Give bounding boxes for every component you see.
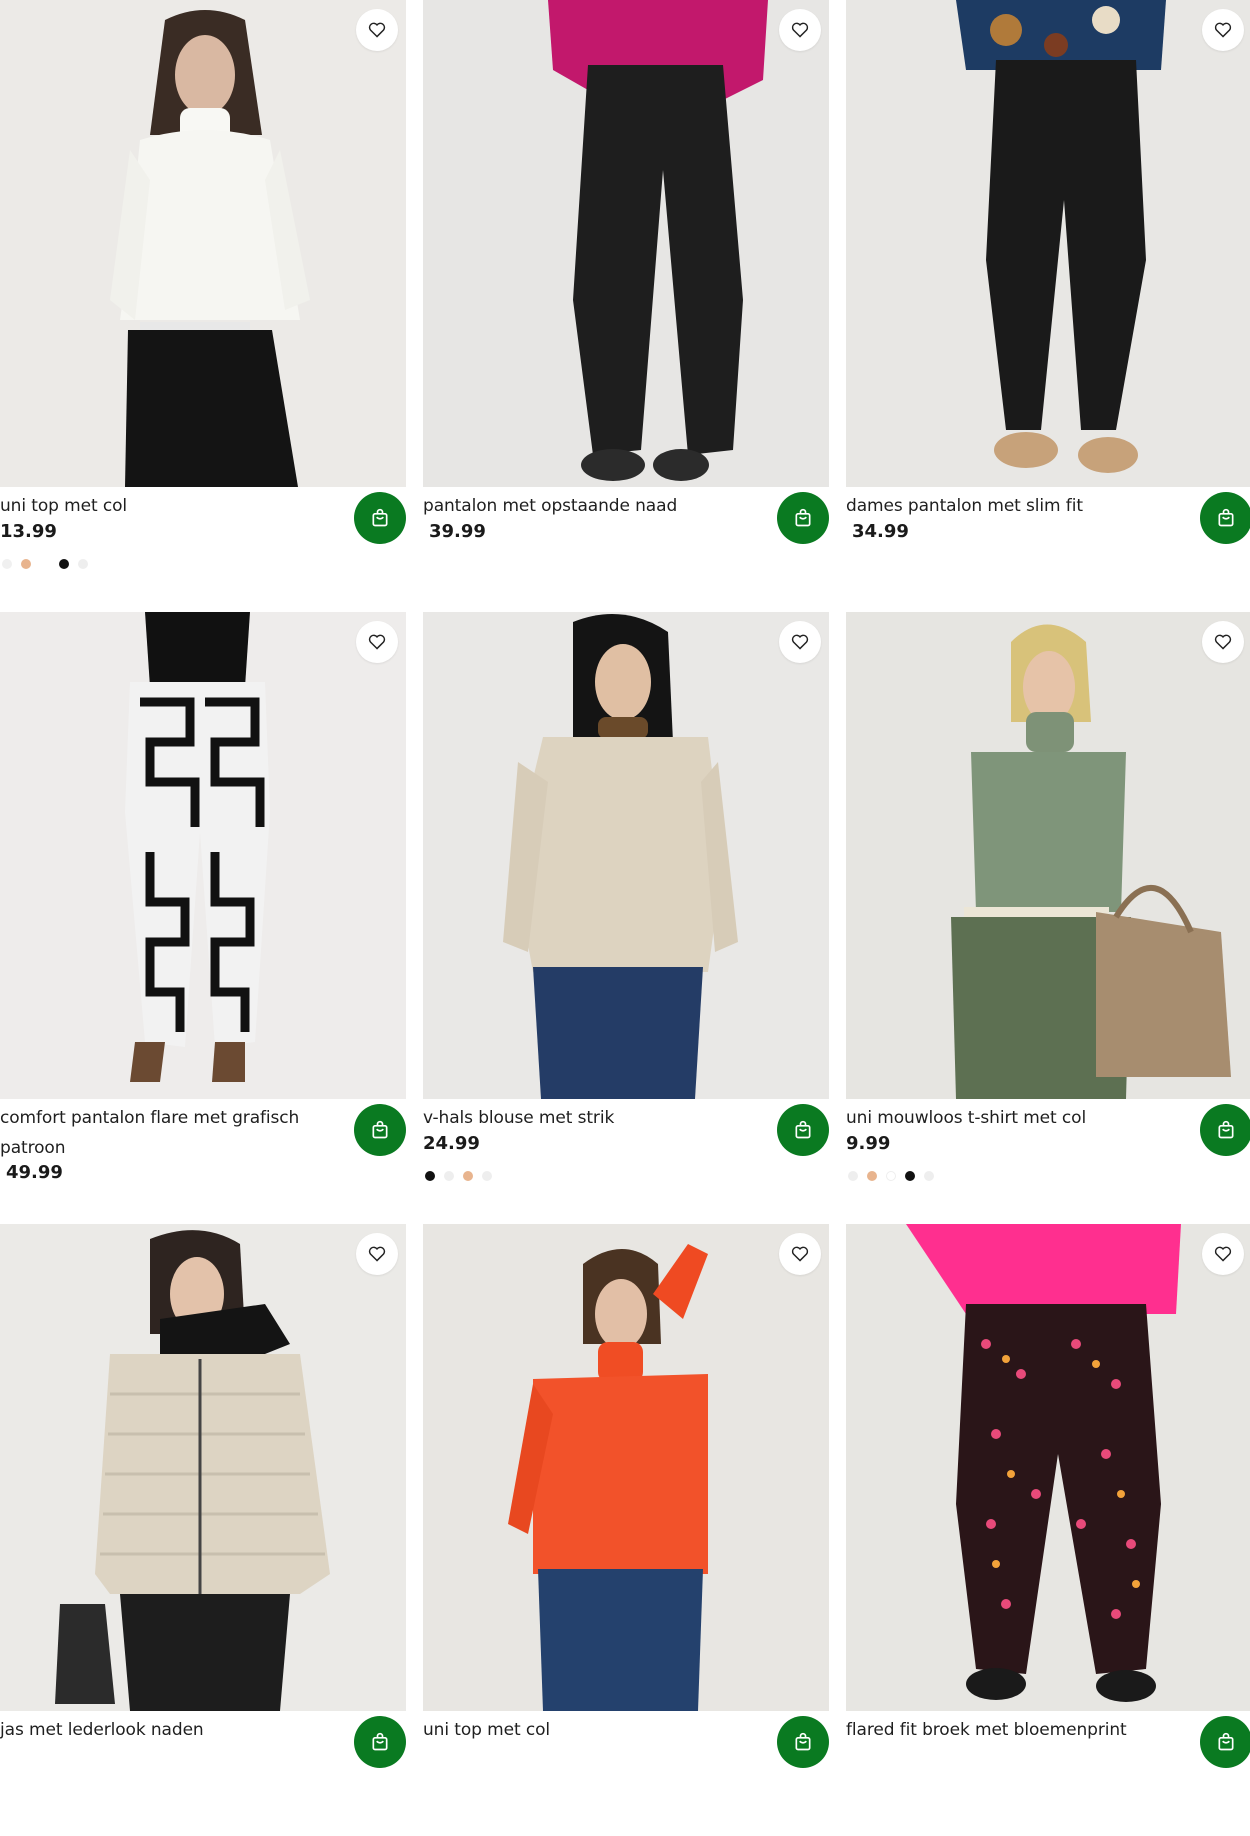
product-image[interactable]	[846, 1224, 1250, 1711]
add-to-cart-button[interactable]	[354, 1104, 406, 1156]
add-to-cart-button[interactable]	[777, 1104, 829, 1156]
product-image[interactable]	[423, 0, 829, 487]
add-to-cart-button[interactable]	[1200, 492, 1250, 544]
shopping-bag-icon	[372, 508, 388, 527]
product-name[interactable]: v-hals blouse met strik	[423, 1103, 743, 1133]
color-swatch[interactable]	[425, 1171, 435, 1181]
add-to-cart-button[interactable]	[354, 1716, 406, 1768]
product-card[interactable]: uni top met col 13.99	[0, 0, 406, 612]
color-swatch[interactable]	[59, 559, 69, 569]
favorite-button[interactable]	[779, 621, 821, 663]
heart-outline-icon	[368, 22, 386, 38]
product-name[interactable]: dames pantalon met slim fit	[846, 491, 1166, 521]
color-swatch[interactable]	[905, 1171, 915, 1181]
shopping-bag-icon	[1218, 1120, 1234, 1139]
heart-outline-icon	[368, 634, 386, 650]
product-price: 49.99	[6, 1162, 63, 1183]
heart-outline-icon	[1214, 1246, 1232, 1262]
favorite-button[interactable]	[356, 1233, 398, 1275]
add-to-cart-button[interactable]	[777, 492, 829, 544]
add-to-cart-button[interactable]	[1200, 1716, 1250, 1768]
shopping-bag-icon	[1218, 1732, 1234, 1751]
product-name[interactable]: uni top met col	[423, 1715, 743, 1745]
product-price: 13.99	[0, 521, 57, 542]
color-swatch[interactable]	[924, 1171, 934, 1181]
product-image[interactable]	[0, 612, 406, 1099]
product-image[interactable]	[423, 612, 829, 1099]
product-name[interactable]: comfort pantalon flare met grafisch patr…	[0, 1103, 300, 1163]
favorite-button[interactable]	[1202, 1233, 1244, 1275]
color-swatches	[2, 559, 88, 569]
color-swatch[interactable]	[21, 559, 31, 569]
product-image[interactable]	[846, 612, 1250, 1099]
favorite-button[interactable]	[356, 621, 398, 663]
heart-outline-icon	[791, 634, 809, 650]
color-swatch[interactable]	[867, 1171, 877, 1181]
heart-outline-icon	[791, 1246, 809, 1262]
product-name[interactable]: pantalon met opstaande naad	[423, 491, 743, 521]
shopping-bag-icon	[1218, 508, 1234, 527]
product-card[interactable]: uni mouwloos t-shirt met col 9.99	[846, 612, 1250, 1224]
add-to-cart-button[interactable]	[354, 492, 406, 544]
product-price: 24.99	[423, 1133, 480, 1154]
product-name[interactable]: uni top met col	[0, 491, 320, 521]
product-price: 34.99	[852, 521, 909, 542]
color-swatches	[848, 1171, 934, 1181]
color-swatch[interactable]	[848, 1171, 858, 1181]
product-price: 9.99	[846, 1133, 891, 1154]
heart-outline-icon	[791, 22, 809, 38]
color-swatches	[425, 1171, 492, 1181]
heart-outline-icon	[1214, 634, 1232, 650]
product-card[interactable]: flared fit broek met bloemenprint	[846, 1224, 1250, 1836]
product-grid: uni top met col 13.99 pantalon met opsta…	[0, 0, 1250, 1768]
color-swatch[interactable]	[886, 1171, 896, 1181]
shopping-bag-icon	[372, 1120, 388, 1139]
product-image[interactable]	[423, 1224, 829, 1711]
product-card[interactable]: jas met lederlook naden	[0, 1224, 406, 1836]
product-name[interactable]: flared fit broek met bloemenprint	[846, 1715, 1166, 1745]
product-image[interactable]	[846, 0, 1250, 487]
favorite-button[interactable]	[1202, 9, 1244, 51]
color-swatch[interactable]	[78, 559, 88, 569]
shopping-bag-icon	[372, 1732, 388, 1751]
heart-outline-icon	[1214, 22, 1232, 38]
product-image[interactable]	[0, 0, 406, 487]
product-card[interactable]: pantalon met opstaande naad 39.99	[423, 0, 829, 612]
favorite-button[interactable]	[779, 1233, 821, 1275]
product-card[interactable]: uni top met col	[423, 1224, 829, 1836]
add-to-cart-button[interactable]	[777, 1716, 829, 1768]
product-card[interactable]: comfort pantalon flare met grafisch patr…	[0, 612, 406, 1224]
color-swatch[interactable]	[40, 559, 50, 569]
color-swatch[interactable]	[463, 1171, 473, 1181]
favorite-button[interactable]	[356, 9, 398, 51]
product-image[interactable]	[0, 1224, 406, 1711]
color-swatch[interactable]	[2, 559, 12, 569]
favorite-button[interactable]	[779, 9, 821, 51]
product-card[interactable]: v-hals blouse met strik 24.99	[423, 612, 829, 1224]
product-price: 39.99	[429, 521, 486, 542]
shopping-bag-icon	[795, 508, 811, 527]
shopping-bag-icon	[795, 1732, 811, 1751]
product-card[interactable]: dames pantalon met slim fit 34.99	[846, 0, 1250, 612]
product-name[interactable]: uni mouwloos t-shirt met col	[846, 1103, 1166, 1133]
color-swatch[interactable]	[444, 1171, 454, 1181]
color-swatch[interactable]	[482, 1171, 492, 1181]
product-name[interactable]: jas met lederlook naden	[0, 1715, 320, 1745]
add-to-cart-button[interactable]	[1200, 1104, 1250, 1156]
shopping-bag-icon	[795, 1120, 811, 1139]
favorite-button[interactable]	[1202, 621, 1244, 663]
heart-outline-icon	[368, 1246, 386, 1262]
